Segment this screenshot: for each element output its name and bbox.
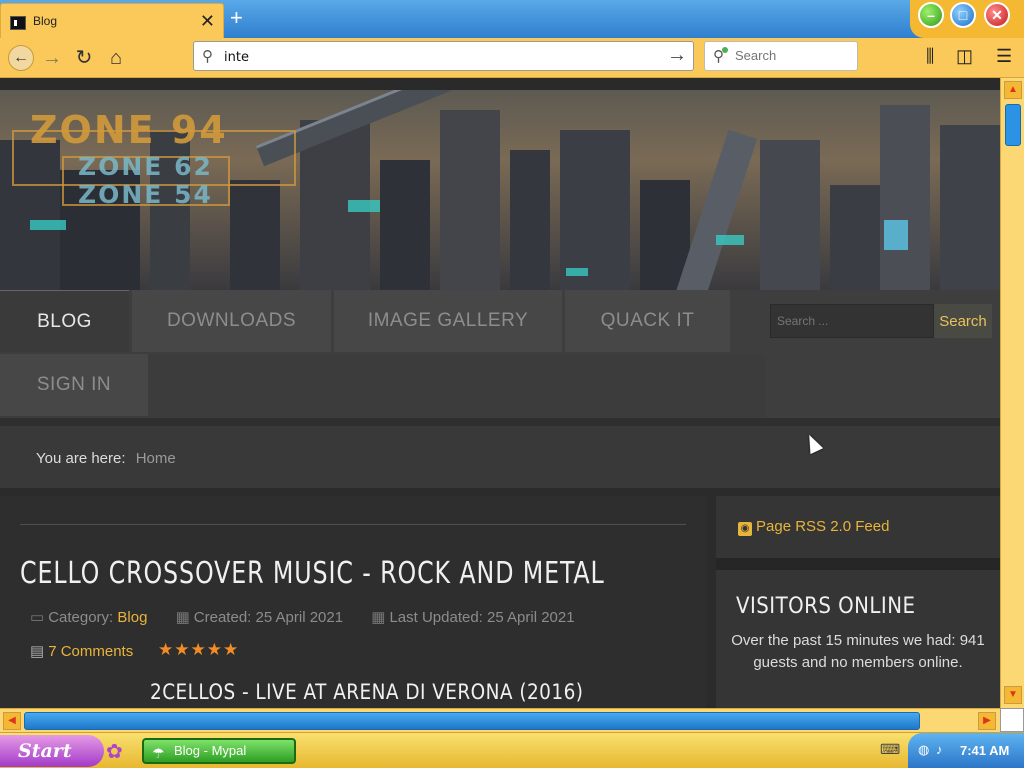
sidebar-icon[interactable]: ◫ — [956, 46, 973, 67]
site-search: Search — [770, 304, 992, 338]
maximize-button[interactable]: □ — [950, 2, 976, 28]
navigation-bar: ← → ↻ ⌂ ⚲ → ⚲ ⫼ ◫ ☰ — [0, 38, 1024, 78]
back-arrow-icon[interactable]: ← — [8, 45, 34, 71]
menu-item-quack-it[interactable]: QUACK IT — [565, 290, 730, 352]
vertical-scroll-thumb[interactable] — [1005, 104, 1021, 146]
system-tray: ◍ ♪ 7:41 AM — [908, 733, 1024, 768]
search-input[interactable] — [735, 48, 850, 63]
breadcrumb-prefix: You are here: — [36, 450, 126, 467]
close-window-button[interactable]: ✕ — [984, 2, 1010, 28]
flower-icon: ✿ — [106, 741, 123, 763]
tab-bar: Blog ✕ + – □ ✕ — [0, 0, 1024, 38]
breadcrumb-home-link[interactable]: Home — [136, 450, 176, 467]
visitors-text: Over the past 15 minutes we had: 941 gue… — [731, 632, 985, 671]
created-date: Created: 25 April 2021 — [193, 609, 344, 626]
menu-hamburger-icon[interactable]: ☰ — [996, 46, 1012, 67]
taskbar-item-blog[interactable]: ☂ Blog - Mypal — [142, 738, 296, 764]
tab-title: Blog — [33, 14, 58, 28]
article-meta: ▭ Category: Blog ▦ Created: 25 April 2021 … — [30, 608, 575, 626]
network-icon[interactable]: ◍ — [918, 742, 929, 758]
updated-date: Last Updated: 25 April 2021 — [389, 609, 575, 626]
url-bar[interactable]: ⚲ → — [193, 41, 694, 71]
browser-app-icon: ☂ — [152, 745, 165, 761]
forward-arrow-icon[interactable]: → — [40, 46, 64, 70]
logo-zone-62: ZONE 62 — [78, 152, 213, 181]
search-icon: ⚲ — [202, 48, 213, 65]
logo-zone-94[interactable]: ZONE 94 — [30, 108, 228, 152]
scroll-down-icon[interactable]: ▼ — [1004, 686, 1022, 704]
rss-module: ◉ Page RSS 2.0 Feed — [716, 496, 1000, 558]
volume-icon[interactable]: ♪ — [936, 742, 943, 757]
scroll-right-icon[interactable]: ▶ — [978, 712, 996, 730]
menu-item-image-gallery[interactable]: IMAGE GALLERY — [334, 290, 562, 352]
menu-item-blog[interactable]: BLOG — [0, 290, 129, 352]
logo-zone-54: ZONE 54 — [78, 180, 213, 209]
reload-icon[interactable]: ↻ — [72, 46, 96, 70]
new-tab-button[interactable]: + — [230, 6, 243, 30]
comments-link[interactable]: ▤ 7 Comments — [30, 642, 133, 660]
comment-icon: ▤ — [30, 643, 45, 660]
calendar-icon: ▦ — [175, 609, 190, 626]
divider — [20, 524, 686, 525]
menu-item-sign-in[interactable]: SIGN IN — [0, 354, 148, 416]
rss-icon: ◉ — [738, 522, 752, 536]
article-area: CELLO CROSSOVER MUSIC - ROCK AND METAL ▭… — [0, 496, 706, 708]
keyboard-icon[interactable]: ⌨ — [880, 741, 900, 758]
category-label: Category: — [48, 609, 114, 626]
taskbar: Start ✿ ☂ Blog - Mypal ⌨ ◍ ♪ 7:41 AM — [0, 732, 1024, 768]
clock[interactable]: 7:41 AM — [960, 743, 1009, 758]
article-subtitle: 2CELLOS - LIVE AT ARENA DI VERONA (2016) — [150, 680, 584, 704]
main-menu: BLOG DOWNLOADS IMAGE GALLERY QUACK IT SI… — [0, 290, 1000, 418]
page-viewport: ZONE 94 ZONE 62 ZONE 54 BLOG DOWNLOADS I… — [0, 78, 1000, 708]
taskbar-item-label: Blog - Mypal — [174, 743, 247, 758]
visitors-module: VISITORS ONLINE Over the past 15 minutes… — [716, 570, 1000, 708]
rss-feed-link[interactable]: ◉ Page RSS 2.0 Feed — [738, 518, 889, 536]
header-banner: ZONE 94 ZONE 62 ZONE 54 — [0, 78, 1000, 290]
rss-label[interactable]: Page RSS 2.0 Feed — [756, 518, 889, 535]
vertical-scrollbar[interactable]: ▲ ▼ — [1000, 78, 1024, 708]
site-favicon-icon — [10, 16, 26, 30]
breadcrumb-bar: You are here: Home — [0, 418, 1000, 488]
library-icon[interactable]: ⫼ — [926, 46, 934, 67]
home-icon[interactable]: ⌂ — [104, 46, 128, 70]
folder-icon: ▭ — [30, 609, 45, 626]
visitors-title: VISITORS ONLINE — [736, 594, 916, 619]
start-button[interactable]: Start — [0, 735, 104, 767]
search-engine-icon: ⚲ — [713, 47, 728, 65]
url-input[interactable] — [224, 47, 654, 67]
category-link[interactable]: Blog — [117, 609, 147, 626]
tab-blog[interactable]: Blog ✕ — [0, 3, 224, 38]
comments-count[interactable]: 7 Comments — [48, 643, 133, 660]
scroll-left-icon[interactable]: ◀ — [3, 712, 21, 730]
article-title[interactable]: CELLO CROSSOVER MUSIC - ROCK AND METAL — [20, 556, 605, 591]
scrollbar-corner — [1000, 708, 1024, 732]
sidebar: ◉ Page RSS 2.0 Feed VISITORS ONLINE Over … — [716, 496, 1000, 708]
tab-close-icon[interactable]: ✕ — [200, 11, 215, 32]
site-search-input[interactable] — [770, 304, 934, 338]
horizontal-scrollbar[interactable]: ◀ ▶ — [0, 708, 1000, 732]
go-arrow-icon[interactable]: → — [667, 44, 687, 67]
minimize-button[interactable]: – — [918, 2, 944, 28]
site-search-button[interactable]: Search — [934, 304, 992, 338]
search-bar[interactable]: ⚲ — [704, 41, 858, 71]
menu-item-downloads[interactable]: DOWNLOADS — [132, 290, 331, 352]
scroll-up-icon[interactable]: ▲ — [1004, 81, 1022, 99]
breadcrumb: You are here: Home — [36, 450, 176, 467]
rating-stars[interactable]: ★★★★★ — [158, 640, 239, 660]
calendar-icon: ▦ — [371, 609, 386, 626]
horizontal-scroll-thumb[interactable] — [24, 712, 920, 730]
